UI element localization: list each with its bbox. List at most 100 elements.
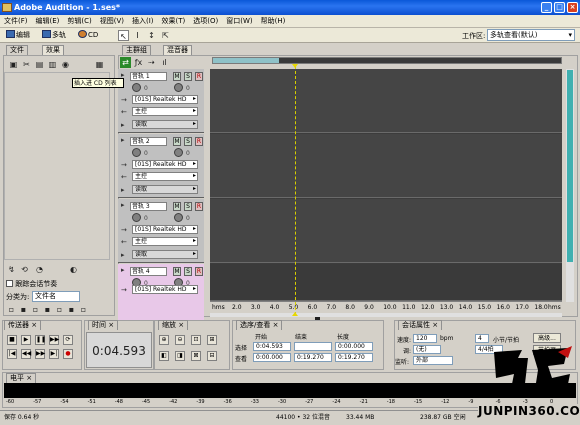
track-name-field[interactable]: 音轨 3 [130, 202, 167, 211]
track-controls[interactable]: ▸音轨 2MSR00→[01S] Realtek HD←主控▸读取 [118, 134, 320, 198]
filter-audio-icon[interactable]: ▫ [6, 304, 17, 315]
maximize-button[interactable]: □ [554, 2, 565, 13]
menu-view[interactable]: 视图(V) [96, 15, 128, 28]
record-arm-button[interactable]: R [195, 137, 203, 146]
sends-icon[interactable]: ⇢ [146, 57, 157, 68]
tab-selection-view[interactable]: 选序/查看 × [236, 320, 283, 330]
track-lane[interactable] [210, 134, 562, 198]
pan-knob-icon[interactable] [174, 148, 183, 157]
volume-knob-icon[interactable]: ◔ [34, 264, 45, 275]
input-select[interactable]: [01S] Realtek HD [132, 95, 198, 104]
time-ruler[interactable]: hms 2.0 3.0 4.0 5.0 6.0 7.0 8.0 9.0 10.0 11.0 12.0… [210, 301, 562, 313]
beats-field[interactable]: 4 [475, 334, 489, 343]
edit-view-button[interactable]: 编辑 [4, 29, 32, 42]
zoom-out-horizontal-icon[interactable]: ⊖ [175, 335, 185, 345]
output-select[interactable]: 主控 [132, 107, 198, 116]
time-selection-tool-icon[interactable]: I [132, 30, 143, 41]
selection-end-field[interactable] [294, 342, 332, 351]
hybrid-tool-icon[interactable]: ⇱ [160, 30, 171, 41]
scrub-tool-icon[interactable]: ↕ [146, 30, 157, 41]
zoom-selection-icon[interactable]: ⊠ [191, 351, 201, 361]
overview-visible-range[interactable] [213, 58, 279, 63]
insert-cd-icon[interactable]: ◉ [60, 59, 71, 70]
menu-options[interactable]: 选项(O) [189, 15, 222, 28]
menu-clip[interactable]: 剪辑(C) [63, 15, 95, 28]
track-controls[interactable]: ▸音轨 3MSR00→[01S] Realtek HD←主控▸读取 [118, 199, 320, 263]
output-select[interactable]: 主控 [132, 172, 198, 181]
input-select[interactable]: [01S] Realtek HD [132, 160, 198, 169]
zoom-out-full-icon[interactable]: ⊡ [191, 335, 201, 345]
view-end-field[interactable]: 0:19.270 [294, 353, 332, 362]
follow-tempo-row[interactable]: 跟踪会话节奏 [6, 279, 112, 289]
cd-view-button[interactable]: CD [76, 29, 100, 42]
tab-time[interactable]: 时间 × [88, 320, 119, 330]
volume-knob-icon[interactable] [132, 83, 141, 92]
menu-window[interactable]: 窗口(W) [222, 15, 256, 28]
automation-select[interactable]: 读取 [132, 250, 198, 259]
filter-cd-icon[interactable]: ▪ [66, 304, 77, 315]
record-arm-button[interactable]: R [195, 202, 203, 211]
multitrack-view-button[interactable]: 多轨 [40, 29, 68, 42]
record-arm-button[interactable]: R [195, 267, 203, 276]
menu-insert[interactable]: 插入(I) [128, 15, 158, 28]
solo-button[interactable]: S [184, 202, 192, 211]
track-controls[interactable]: ▸ 音轨 4 M S R 0 0 → [01S] Realtek HD [118, 264, 320, 328]
group-select[interactable]: 文件名 [32, 291, 80, 302]
go-to-end-button[interactable]: ▶| [49, 349, 59, 359]
rewind-button[interactable]: ◀◀ [21, 349, 31, 359]
mute-button[interactable]: M [173, 72, 181, 81]
tab-mixer[interactable]: 混音器 [163, 45, 192, 55]
loop-icon[interactable]: ⟲ [19, 264, 30, 275]
insert-multitrack-icon[interactable]: ▥ [47, 59, 58, 70]
mute-button[interactable]: M [173, 137, 181, 146]
track-lane[interactable] [210, 199, 562, 263]
filter-loop-icon[interactable]: ▪ [42, 304, 53, 315]
monitor-select[interactable]: 外部 [413, 356, 453, 365]
view-start-field[interactable]: 0:00.000 [253, 353, 291, 362]
track-name-field[interactable]: 音轨 1 [130, 72, 167, 81]
record-arm-button[interactable]: R [195, 72, 203, 81]
mute-button[interactable]: M [173, 267, 181, 276]
track-expand-icon[interactable]: ▸ [121, 266, 125, 274]
automation-select[interactable]: 读取 [132, 120, 198, 129]
loop-button[interactable]: ⟳ [63, 335, 73, 345]
tempo-field[interactable]: 120 [413, 334, 437, 343]
import-file-icon[interactable]: ▣ [8, 59, 19, 70]
zoom-out-vertical-icon[interactable]: ⊟ [207, 351, 217, 361]
record-button[interactable]: ● [63, 349, 73, 359]
fx-icon[interactable]: ƒx [133, 57, 144, 68]
solo-button[interactable]: S [184, 72, 192, 81]
menu-help[interactable]: 帮助(H) [257, 15, 290, 28]
menu-file[interactable]: 文件(F) [0, 15, 32, 28]
key-select[interactable]: (无) [413, 345, 441, 354]
play-from-cursor-button[interactable]: ▶▶ [49, 335, 59, 345]
track-sort-icon[interactable]: ⇄ [120, 57, 131, 68]
track-controls[interactable]: ▸音轨 1MSR00→[01S] Realtek HD←主控▸读取 [118, 69, 320, 133]
options-icon[interactable]: ▦ [94, 59, 105, 70]
tab-session-properties[interactable]: 会话属性 × [398, 320, 443, 330]
zoom-in-horizontal-icon[interactable]: ⊕ [159, 335, 169, 345]
close-file-icon[interactable]: ✂ [21, 59, 32, 70]
tab-main-group[interactable]: 主群组 [122, 45, 151, 55]
selection-length-field[interactable]: 0:00.000 [335, 342, 373, 351]
track-lane[interactable] [210, 264, 562, 301]
volume-knob-icon[interactable] [132, 148, 141, 157]
automation-select[interactable]: 读取 [132, 185, 198, 194]
fast-forward-button[interactable]: ▶▶ [35, 349, 45, 359]
input-select[interactable]: [01S] Realtek HD [132, 285, 198, 294]
filter-video-icon[interactable]: ▫ [30, 304, 41, 315]
play-button[interactable]: ▶ [21, 335, 31, 345]
move-tool-icon[interactable]: ↖ [118, 30, 129, 41]
pause-button[interactable]: ❚❚ [35, 335, 46, 345]
view-length-field[interactable]: 0:19.270 [335, 353, 373, 362]
zoom-left-icon[interactable]: ◧ [159, 351, 169, 361]
tab-files[interactable]: 文件 [6, 45, 28, 55]
follow-tempo-checkbox[interactable] [6, 280, 13, 287]
solo-button[interactable]: S [184, 137, 192, 146]
track-lane[interactable] [210, 69, 562, 133]
selection-start-field[interactable]: 0:04.593 [253, 342, 291, 351]
menu-edit[interactable]: 编辑(E) [32, 15, 64, 28]
menu-effects[interactable]: 效果(T) [158, 15, 190, 28]
advanced-button[interactable]: 高级... [533, 333, 561, 343]
minimize-button[interactable]: _ [541, 2, 552, 13]
